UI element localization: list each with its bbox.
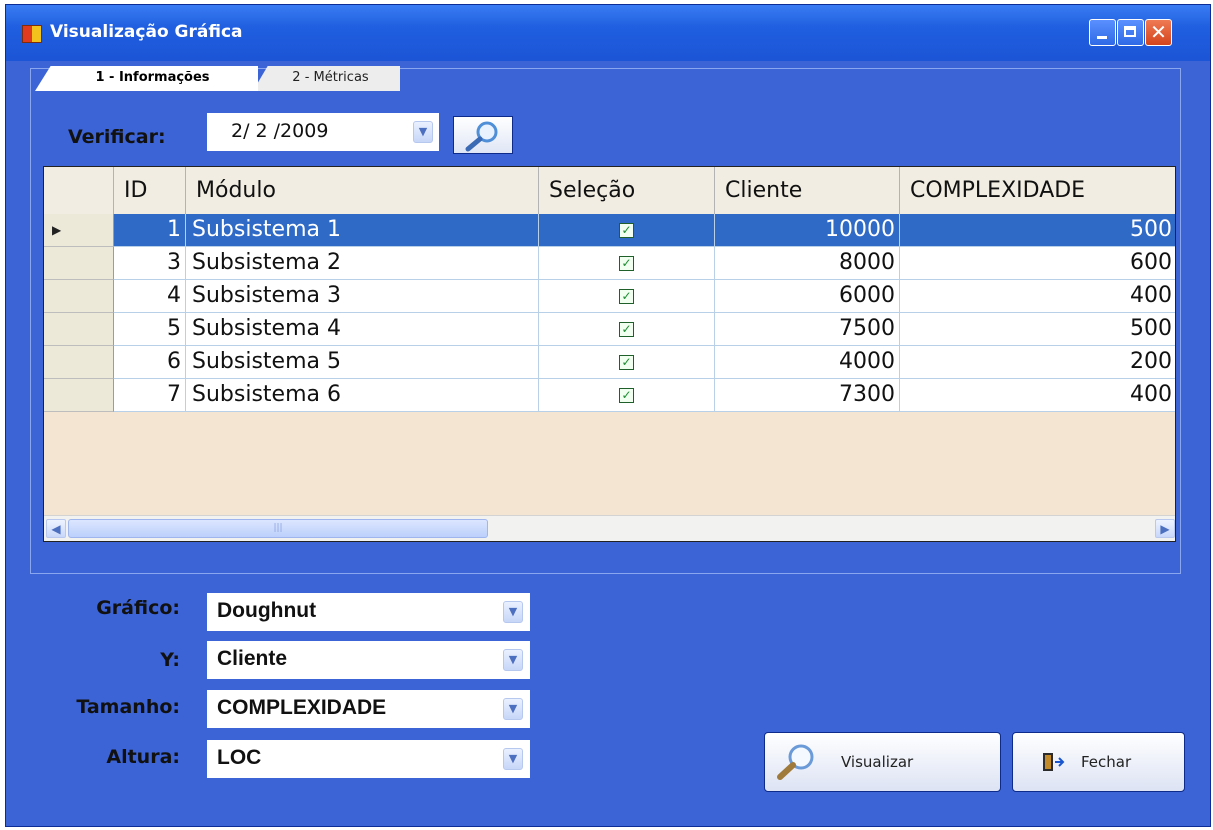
checkbox-checked-icon[interactable]: ✓ <box>619 288 634 304</box>
altura-value: LOC <box>217 746 262 769</box>
title-bar[interactable]: Visualização Gráfica ✕ <box>6 5 1210 61</box>
minimize-button[interactable] <box>1089 19 1116 46</box>
table-row[interactable]: ▶ 1 Subsistema 1 ✓ 10000 500 <box>44 214 1175 247</box>
tamanho-value: COMPLEXIDADE <box>217 696 387 719</box>
table-row[interactable]: 7 Subsistema 6 ✓ 7300 400 <box>44 379 1175 412</box>
table-row[interactable]: 3 Subsistema 2 ✓ 8000 600 <box>44 247 1175 280</box>
cell-id[interactable]: 6 <box>114 346 186 379</box>
row-selector-icon[interactable]: ▶ <box>44 214 114 247</box>
chevron-down-icon[interactable]: ▼ <box>413 121 433 143</box>
horizontal-scrollbar[interactable]: ◀ ||| ▶ <box>44 515 1175 541</box>
cell-modulo[interactable]: Subsistema 2 <box>186 247 539 280</box>
row-header[interactable] <box>44 247 114 280</box>
close-icon: ✕ <box>1150 20 1167 44</box>
y-value: Cliente <box>217 647 288 670</box>
altura-select[interactable]: LOC ▼ <box>207 740 530 778</box>
chevron-down-icon[interactable]: ▼ <box>503 748 523 770</box>
chevron-down-icon[interactable]: ▼ <box>503 649 523 671</box>
row-header[interactable] <box>44 346 114 379</box>
scroll-left-icon[interactable]: ◀ <box>46 519 66 538</box>
col-header-id[interactable]: ID <box>114 167 186 214</box>
cell-cliente[interactable]: 6000 <box>715 280 900 313</box>
cell-selecao[interactable]: ✓ <box>539 214 715 247</box>
table-row[interactable]: 6 Subsistema 5 ✓ 4000 200 <box>44 346 1175 379</box>
col-header-complexidade[interactable]: COMPLEXIDADE <box>900 167 1175 214</box>
tamanho-label: Tamanho: <box>76 696 180 718</box>
y-label: Y: <box>160 649 180 671</box>
visualizar-label: Visualizar <box>841 753 914 771</box>
verificar-search-button[interactable] <box>453 116 513 154</box>
cell-id[interactable]: 1 <box>114 214 186 247</box>
cell-complexidade[interactable]: 600 <box>900 247 1175 280</box>
cell-id[interactable]: 4 <box>114 280 186 313</box>
cell-cliente[interactable]: 8000 <box>715 247 900 280</box>
minimize-icon <box>1097 36 1107 39</box>
checkbox-checked-icon[interactable]: ✓ <box>619 354 634 370</box>
chevron-down-icon[interactable]: ▼ <box>503 698 523 720</box>
fechar-button[interactable]: Fechar <box>1012 732 1185 792</box>
cell-modulo[interactable]: Subsistema 4 <box>186 313 539 346</box>
verificar-label: Verificar: <box>68 126 166 148</box>
col-header-cliente[interactable]: Cliente <box>715 167 900 214</box>
checkbox-checked-icon[interactable]: ✓ <box>619 255 634 271</box>
magnifier-icon <box>465 121 498 152</box>
cell-modulo[interactable]: Subsistema 5 <box>186 346 539 379</box>
col-header-selecao[interactable]: Seleção <box>539 167 715 214</box>
row-header-corner <box>44 167 114 214</box>
close-button[interactable]: ✕ <box>1145 19 1172 46</box>
cell-modulo[interactable]: Subsistema 3 <box>186 280 539 313</box>
checkbox-checked-icon[interactable]: ✓ <box>619 222 634 238</box>
cell-complexidade[interactable]: 400 <box>900 280 1175 313</box>
cell-cliente[interactable]: 4000 <box>715 346 900 379</box>
row-header[interactable] <box>44 379 114 412</box>
cell-cliente[interactable]: 7500 <box>715 313 900 346</box>
cell-selecao[interactable]: ✓ <box>539 379 715 412</box>
cell-cliente[interactable]: 10000 <box>715 214 900 247</box>
cell-modulo[interactable]: Subsistema 6 <box>186 379 539 412</box>
verificar-date-picker[interactable]: 2/ 2 /2009 ▼ <box>207 113 439 151</box>
exit-door-icon <box>1043 753 1065 771</box>
maximize-icon <box>1124 26 1136 37</box>
cell-id[interactable]: 3 <box>114 247 186 280</box>
row-header[interactable] <box>44 313 114 346</box>
cell-complexidade[interactable]: 400 <box>900 379 1175 412</box>
cell-complexidade[interactable]: 200 <box>900 346 1175 379</box>
app-icon <box>22 25 42 43</box>
tab-metricas[interactable]: 2 - Métricas <box>253 66 400 91</box>
grafico-label: Gráfico: <box>96 597 180 619</box>
fechar-label: Fechar <box>1081 753 1132 771</box>
col-header-modulo[interactable]: Módulo <box>186 167 539 214</box>
chevron-down-icon[interactable]: ▼ <box>503 601 523 623</box>
grafico-select[interactable]: Doughnut ▼ <box>207 593 530 631</box>
cell-selecao[interactable]: ✓ <box>539 313 715 346</box>
checkbox-checked-icon[interactable]: ✓ <box>619 321 634 337</box>
cell-selecao[interactable]: ✓ <box>539 280 715 313</box>
grafico-value: Doughnut <box>217 599 317 622</box>
verificar-date-value: 2/ 2 /2009 <box>231 120 329 142</box>
cell-id[interactable]: 5 <box>114 313 186 346</box>
table-row[interactable]: 5 Subsistema 4 ✓ 7500 500 <box>44 313 1175 346</box>
cell-selecao[interactable]: ✓ <box>539 247 715 280</box>
cell-modulo[interactable]: Subsistema 1 <box>186 214 539 247</box>
tamanho-select[interactable]: COMPLEXIDADE ▼ <box>207 690 530 728</box>
window-title: Visualização Gráfica <box>50 22 243 42</box>
cell-complexidade[interactable]: 500 <box>900 313 1175 346</box>
magnifier-icon <box>777 744 814 780</box>
altura-label: Altura: <box>106 746 180 768</box>
scrollbar-thumb[interactable]: ||| <box>68 519 488 538</box>
row-header[interactable] <box>44 280 114 313</box>
visualizar-button[interactable]: Visualizar <box>764 732 1001 792</box>
cell-id[interactable]: 7 <box>114 379 186 412</box>
checkbox-checked-icon[interactable]: ✓ <box>619 387 634 403</box>
cell-selecao[interactable]: ✓ <box>539 346 715 379</box>
scroll-right-icon[interactable]: ▶ <box>1155 519 1175 538</box>
maximize-button[interactable] <box>1117 19 1144 46</box>
data-grid: ID Módulo Seleção Cliente COMPLEXIDADE ▶… <box>43 166 1176 542</box>
cell-cliente[interactable]: 7300 <box>715 379 900 412</box>
table-row[interactable]: 4 Subsistema 3 ✓ 6000 400 <box>44 280 1175 313</box>
cell-complexidade[interactable]: 500 <box>900 214 1175 247</box>
tab-informacoes[interactable]: 1 - Informações <box>35 66 258 91</box>
y-select[interactable]: Cliente ▼ <box>207 641 530 679</box>
